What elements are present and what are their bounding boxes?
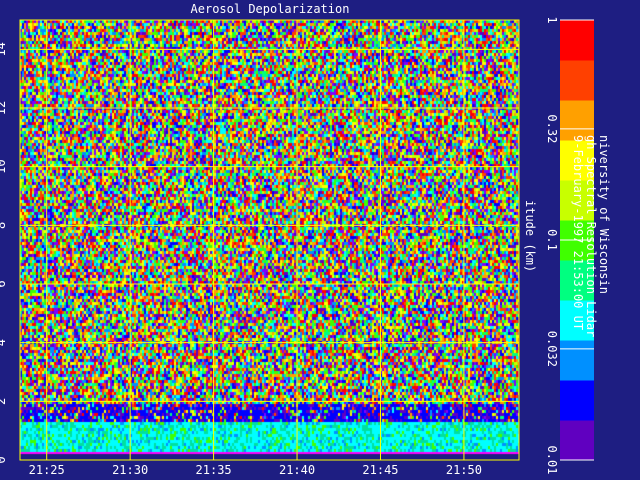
colorbar-tick-label: 0.01	[545, 446, 559, 475]
colorbar-segment	[560, 420, 594, 461]
colorbar-segment	[560, 20, 594, 61]
y-tick-label: 2	[0, 398, 8, 405]
y-tick-label: 8	[0, 222, 8, 229]
timestamp-label: 9-February-1997 21:53:00 UT	[571, 135, 585, 330]
colorbar-segment	[560, 60, 594, 101]
colorbar-segment	[560, 340, 594, 381]
y-tick-label: 0	[0, 456, 8, 463]
x-tick-label: 21:30	[112, 463, 148, 477]
y-tick-label: 10	[0, 159, 8, 173]
y-tick-label: 14	[0, 42, 8, 56]
colorbar-tick-label: 0.032	[545, 331, 559, 367]
y-axis-label: itude (km)	[523, 200, 537, 272]
x-axis-ticks: 21:25 21:30 21:35 21:40 21:45 21:50	[29, 463, 482, 477]
colorbar-segment	[560, 380, 594, 421]
x-tick-label: 21:50	[446, 463, 482, 477]
institution-label: niversity of Wisconsin	[597, 135, 611, 294]
depolarization-chart: Aerosol Depolarization 0 2 4 6 8 10 12 14 21:25…	[0, 2, 611, 477]
instrument-label: gh Spectral Resolution Lidar	[584, 135, 598, 337]
y-tick-label: 4	[0, 339, 8, 346]
y-tick-label: 6	[0, 280, 8, 287]
chart-title: Aerosol Depolarization	[191, 2, 350, 16]
heatmap-raster	[20, 20, 519, 460]
colorbar-tick-label: 1	[545, 16, 559, 23]
x-tick-label: 21:35	[196, 463, 232, 477]
x-tick-label: 21:45	[362, 463, 398, 477]
heatmap-area	[20, 20, 519, 460]
x-tick-label: 21:25	[29, 463, 65, 477]
colorbar-tick-label: 0.1	[545, 229, 559, 251]
colorbar-tick-label: 0.32	[545, 114, 559, 143]
x-tick-label: 21:40	[279, 463, 315, 477]
y-tick-label: 12	[0, 101, 8, 115]
y-axis-ticks: 0 2 4 6 8 10 12 14	[0, 42, 8, 464]
